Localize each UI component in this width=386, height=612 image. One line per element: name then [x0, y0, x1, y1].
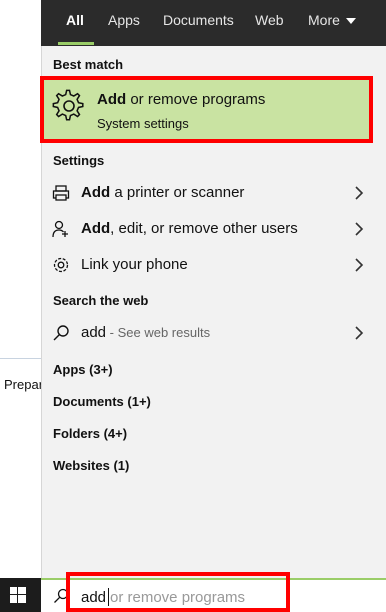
tab-all[interactable]: All [66, 12, 84, 28]
result-add-printer[interactable]: Add a printer or scanner [41, 175, 386, 211]
chevron-right-icon [355, 326, 364, 340]
web-results-hint: - See web results [106, 325, 211, 340]
chevron-right-icon [355, 222, 364, 236]
active-tab-indicator [58, 42, 94, 45]
result-label-bold: Add [81, 220, 111, 237]
category-folders[interactable]: Folders (4+) [53, 426, 127, 441]
chevron-right-icon [355, 258, 364, 272]
background-text: Prepar [4, 377, 44, 392]
tab-documents[interactable]: Documents [163, 12, 234, 28]
tab-apps[interactable]: Apps [108, 12, 140, 28]
gear-icon [53, 257, 69, 273]
category-documents[interactable]: Documents (1+) [53, 394, 151, 409]
result-label-bold: Add [81, 184, 111, 201]
best-match-title-bold: Add [97, 91, 127, 108]
background-window [0, 0, 41, 578]
result-web-search[interactable]: add - See web results [41, 315, 386, 351]
best-match-subtitle: System settings [97, 116, 189, 131]
result-label: Add a printer or scanner [81, 184, 244, 201]
search-icon [53, 325, 69, 341]
chevron-right-icon [355, 186, 364, 200]
section-settings: Settings [53, 153, 105, 168]
caret-down-icon [345, 18, 356, 25]
annotation-highlight-best-match [40, 76, 373, 143]
web-query: add [81, 324, 107, 341]
result-label: Link your phone [81, 256, 188, 273]
person-add-icon [52, 220, 68, 238]
best-match-title: Add or remove programs [97, 91, 265, 108]
printer-icon [52, 185, 70, 201]
category-websites[interactable]: Websites (1) [53, 458, 129, 473]
tab-more[interactable]: More [308, 12, 356, 28]
web-result-label: add - See web results [81, 324, 210, 341]
result-label-rest: , edit, or remove other users [110, 220, 298, 237]
tab-more-label: More [308, 12, 340, 28]
section-search-web: Search the web [53, 293, 149, 308]
result-label-rest: Link your phone [81, 256, 188, 273]
gear-icon [52, 89, 84, 121]
tab-web[interactable]: Web [255, 12, 284, 28]
category-apps[interactable]: Apps (3+) [53, 362, 113, 377]
result-manage-users[interactable]: Add, edit, or remove other users [41, 211, 386, 247]
background-divider [0, 358, 41, 359]
result-link-phone[interactable]: Link your phone [41, 247, 386, 283]
annotation-highlight-search [66, 572, 290, 612]
result-label: Add, edit, or remove other users [81, 220, 298, 237]
search-tabs: All Apps Documents Web More [41, 0, 386, 46]
best-match-title-rest: or remove programs [126, 91, 266, 108]
result-label-rest: a printer or scanner [110, 184, 245, 201]
section-best-match: Best match [53, 57, 124, 72]
windows-logo-icon[interactable] [10, 587, 26, 603]
